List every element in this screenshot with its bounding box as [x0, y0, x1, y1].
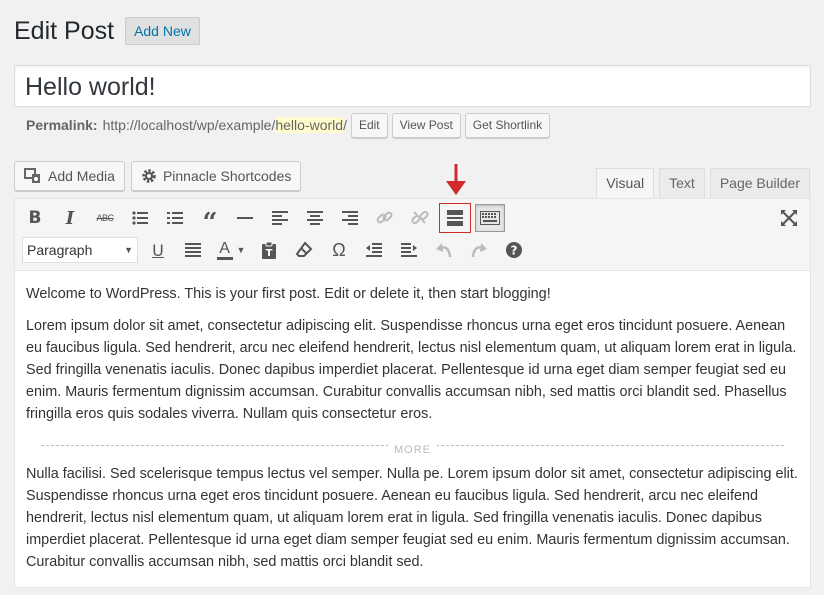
add-media-button[interactable]: Add Media: [14, 161, 125, 191]
gear-icon: [141, 168, 157, 184]
text-color-label: A: [219, 239, 230, 257]
shortcodes-label: Pinnacle Shortcodes: [162, 168, 292, 184]
paragraph: Nulla facilisi. Sed scelerisque tempus l…: [26, 466, 798, 570]
outdent-icon[interactable]: [359, 236, 389, 264]
pinnacle-shortcodes-button[interactable]: Pinnacle Shortcodes: [130, 161, 302, 191]
unlink-icon[interactable]: [405, 204, 435, 232]
undo-icon[interactable]: [429, 236, 459, 264]
strikethrough-icon[interactable]: ABC: [90, 204, 120, 232]
annotation-arrow-icon: [446, 164, 466, 195]
tab-visual[interactable]: Visual: [596, 168, 655, 198]
paragraph: Welcome to WordPress. This is your first…: [26, 286, 551, 302]
permalink-row: Permalink: http://localhost/wp/example/h…: [26, 112, 551, 138]
text-color-icon[interactable]: A ▼: [213, 236, 249, 264]
svg-text:T: T: [266, 248, 273, 259]
redo-icon[interactable]: [464, 236, 494, 264]
tab-text[interactable]: Text: [659, 168, 705, 198]
underline-icon[interactable]: U: [143, 236, 173, 264]
paste-as-text-icon[interactable]: T: [254, 236, 284, 264]
chevron-down-icon: ▼: [124, 245, 133, 255]
view-post-button[interactable]: View Post: [391, 112, 461, 138]
bullet-list-icon[interactable]: [125, 204, 155, 232]
editor-tabs: Visual Text Page Builder: [591, 168, 810, 198]
permalink-base: http://localhost/wp/example/: [102, 117, 276, 133]
toolbar-row-2: Paragraph ▼ U A ▼ T Ω ?: [15, 236, 529, 264]
edit-permalink-button[interactable]: Edit: [350, 112, 388, 138]
clear-formatting-icon[interactable]: [289, 236, 319, 264]
indent-icon[interactable]: [394, 236, 424, 264]
caret-down-icon: ▼: [236, 245, 246, 255]
permalink-suffix: /: [343, 117, 347, 133]
toolbar-row-1: B I ABC “: [15, 203, 505, 236]
link-icon[interactable]: [370, 204, 400, 232]
special-character-icon[interactable]: Ω: [324, 236, 354, 264]
post-title-input[interactable]: Hello world!: [14, 65, 811, 107]
tab-page-builder[interactable]: Page Builder: [709, 168, 810, 198]
bold-icon[interactable]: B: [20, 204, 50, 232]
insert-more-icon[interactable]: [439, 203, 471, 233]
add-new-button[interactable]: Add New: [125, 17, 200, 45]
page-header: Edit Post Add New: [14, 14, 200, 48]
editor-toolbar: B I ABC “ Paragraph ▼ U A ▼ T Ω ?: [15, 199, 810, 271]
more-tag-label: MORE: [388, 444, 437, 456]
help-icon[interactable]: ?: [499, 236, 529, 264]
align-right-icon[interactable]: [335, 204, 365, 232]
media-icon: [24, 167, 42, 185]
permalink-label: Permalink:: [26, 117, 98, 133]
editor: B I ABC “ Paragraph ▼ U A ▼ T Ω ? Welcom…: [14, 198, 811, 588]
editor-content[interactable]: Welcome to WordPress. This is your first…: [15, 271, 810, 595]
blockquote-icon[interactable]: “: [195, 204, 225, 236]
horizontal-line-icon[interactable]: [230, 204, 260, 232]
more-tag-separator: MORE: [41, 444, 784, 457]
justify-icon[interactable]: [178, 236, 208, 264]
format-select-value: Paragraph: [27, 242, 93, 258]
italic-icon[interactable]: I: [55, 204, 85, 232]
media-buttons: Add Media Pinnacle Shortcodes: [14, 161, 307, 191]
paragraph: Lorem ipsum dolor sit amet, consectetur …: [26, 318, 797, 422]
text-color-bar: [216, 256, 233, 260]
align-center-icon[interactable]: [300, 204, 330, 232]
get-shortlink-button[interactable]: Get Shortlink: [464, 112, 551, 138]
add-media-label: Add Media: [48, 168, 115, 184]
fullscreen-icon[interactable]: [774, 204, 804, 232]
align-left-icon[interactable]: [265, 204, 295, 232]
permalink-slug[interactable]: hello-world: [275, 117, 344, 133]
format-select[interactable]: Paragraph ▼: [22, 237, 138, 263]
page-title: Edit Post: [14, 17, 115, 45]
numbered-list-icon[interactable]: [160, 204, 190, 232]
toolbar-toggle-icon[interactable]: [475, 204, 505, 232]
svg-text:?: ?: [511, 244, 518, 258]
